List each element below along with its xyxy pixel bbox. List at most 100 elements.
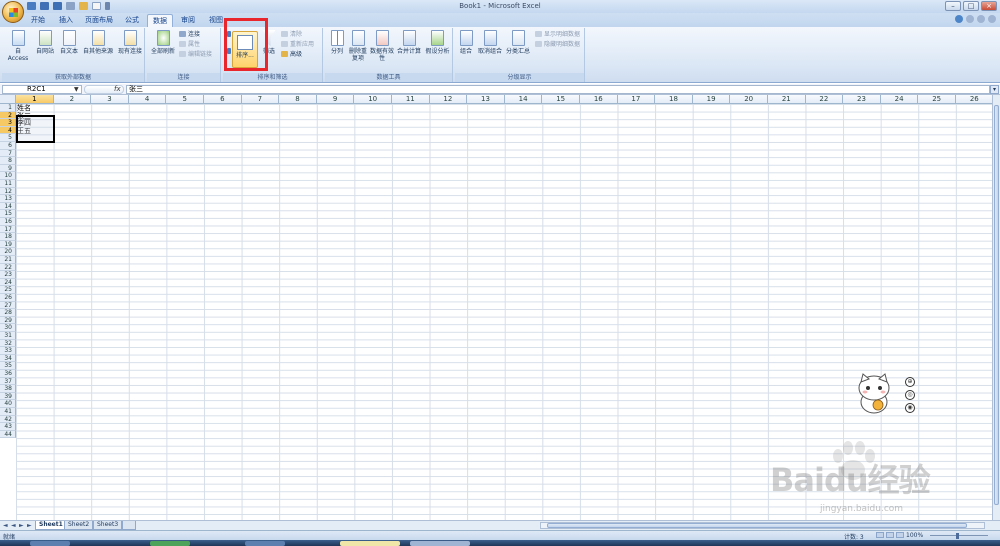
column-header[interactable]: 17 (617, 95, 656, 104)
row-header[interactable]: 7 (0, 149, 16, 158)
column-header[interactable]: 10 (354, 95, 392, 104)
row-header[interactable]: 17 (0, 225, 16, 234)
insert-function-button[interactable]: fx (114, 85, 121, 93)
close-workbook-icon[interactable] (988, 15, 996, 23)
share-icon[interactable]: ⊕ (905, 377, 915, 387)
column-header[interactable]: 5 (166, 95, 204, 104)
text-to-columns-button[interactable]: 分列 (327, 30, 347, 55)
row-header[interactable]: 14 (0, 202, 16, 211)
insert-sheet-icon[interactable] (122, 521, 136, 530)
sheet-tab-1[interactable]: Sheet1 (35, 521, 67, 530)
ribbon-minimize-icon[interactable] (966, 15, 974, 23)
row-header[interactable]: 32 (0, 339, 16, 348)
row-header[interactable]: 3 (0, 119, 16, 127)
row-header[interactable]: 24 (0, 278, 16, 287)
vertical-scroll-thumb[interactable] (994, 105, 999, 505)
row-header[interactable]: 5 (0, 134, 16, 142)
horizontal-scrollbar[interactable] (540, 522, 985, 529)
consolidate-button[interactable]: 合并计算 (396, 30, 422, 55)
last-sheet-icon[interactable]: ► (27, 522, 32, 529)
column-header[interactable]: 25 (918, 95, 956, 104)
row-header[interactable]: 10 (0, 172, 16, 180)
row-header[interactable]: 31 (0, 332, 16, 340)
tab-formulas[interactable]: 公式 (121, 14, 143, 27)
remove-duplicates-button[interactable]: 删除重复项 (348, 30, 368, 62)
column-header[interactable]: 1 (16, 95, 54, 104)
ungroup-button[interactable]: 取消组合 (477, 30, 503, 55)
row-header[interactable]: 8 (0, 157, 16, 165)
column-header[interactable]: 4 (128, 95, 167, 104)
row-header[interactable]: 18 (0, 233, 16, 241)
column-header[interactable]: 12 (429, 95, 468, 104)
row-header[interactable]: 37 (0, 377, 16, 386)
column-header[interactable]: 2 (53, 95, 92, 104)
row-header[interactable]: 6 (0, 142, 16, 150)
restore-icon[interactable] (977, 15, 985, 23)
first-sheet-icon[interactable]: ◄ (3, 522, 8, 529)
page-break-view-icon[interactable] (896, 532, 904, 538)
connections-button[interactable]: 连接 (179, 31, 200, 39)
zoom-level[interactable]: 100% (906, 532, 923, 539)
row-header[interactable]: 26 (0, 294, 16, 302)
tab-page-layout[interactable]: 页面布局 (83, 14, 115, 27)
name-box-dropdown-icon[interactable]: ▼ (74, 86, 79, 93)
row-header[interactable]: 43 (0, 423, 16, 431)
column-header[interactable]: 3 (91, 95, 129, 104)
existing-connections-button[interactable]: 现有连接 (116, 30, 144, 55)
row-header[interactable]: 4 (0, 126, 16, 135)
row-header[interactable]: 30 (0, 324, 16, 332)
expand-formula-bar-icon[interactable]: ▾ (990, 85, 999, 94)
row-header[interactable]: 33 (0, 347, 16, 355)
data-validation-button[interactable]: 数据有效性 (370, 30, 394, 62)
horizontal-scroll-thumb[interactable] (547, 523, 967, 528)
what-if-analysis-button[interactable]: 假设分析 (424, 30, 451, 55)
sheet-tab-2[interactable]: Sheet2 (64, 521, 94, 530)
column-header[interactable]: 19 (692, 95, 731, 104)
row-header[interactable]: 9 (0, 164, 16, 173)
tab-review[interactable]: 审阅 (177, 14, 199, 27)
clear-button[interactable]: 清除 (281, 31, 302, 39)
sheet-tab-3[interactable]: Sheet3 (93, 521, 123, 530)
row-header[interactable]: 41 (0, 408, 16, 416)
minimize-button[interactable]: – (945, 1, 961, 11)
row-header[interactable]: 20 (0, 248, 16, 256)
row-header[interactable]: 23 (0, 271, 16, 279)
advanced-button[interactable]: 高级 (281, 51, 302, 59)
row-header[interactable]: 13 (0, 195, 16, 203)
help-icon[interactable] (955, 15, 963, 23)
column-header[interactable]: 18 (655, 95, 693, 104)
column-header[interactable]: 6 (204, 95, 242, 104)
show-detail-button[interactable]: 显示明细数据 (535, 31, 580, 39)
row-header[interactable]: 35 (0, 362, 16, 370)
row-header[interactable]: 44 (0, 430, 16, 439)
column-header[interactable]: 16 (580, 95, 618, 104)
column-header[interactable]: 23 (843, 95, 881, 104)
taskbar-item[interactable] (30, 541, 70, 546)
row-header[interactable]: 11 (0, 180, 16, 188)
row-header[interactable]: 38 (0, 385, 16, 393)
column-header[interactable]: 9 (316, 95, 355, 104)
row-header[interactable]: 42 (0, 415, 16, 424)
row-header[interactable]: 19 (0, 240, 16, 249)
column-header[interactable]: 24 (880, 95, 919, 104)
row-header[interactable]: 12 (0, 187, 16, 196)
wechat-icon[interactable]: ◎ (905, 390, 915, 400)
weibo-icon[interactable]: ◉ (905, 403, 915, 413)
from-other-sources-button[interactable]: 自其他来源 (82, 30, 114, 55)
prev-sheet-icon[interactable]: ◄ (11, 522, 16, 529)
edit-links-button[interactable]: 编辑链接 (179, 51, 212, 59)
hide-detail-button[interactable]: 隐藏明细数据 (535, 41, 580, 49)
zoom-slider-knob[interactable] (956, 533, 959, 539)
taskbar-item[interactable] (410, 541, 470, 546)
formula-input[interactable]: 张三 (126, 85, 990, 94)
row-header[interactable]: 16 (0, 218, 16, 226)
tab-data[interactable]: 数据 (147, 14, 173, 27)
taskbar-item[interactable] (245, 541, 285, 546)
refresh-all-button[interactable]: 全部刷新 (149, 30, 177, 55)
close-button[interactable]: × (981, 1, 997, 11)
row-header[interactable]: 36 (0, 370, 16, 378)
column-header[interactable]: 22 (805, 95, 844, 104)
row-header[interactable]: 25 (0, 286, 16, 294)
tab-home[interactable]: 开始 (27, 14, 49, 27)
column-header[interactable]: 8 (279, 95, 317, 104)
